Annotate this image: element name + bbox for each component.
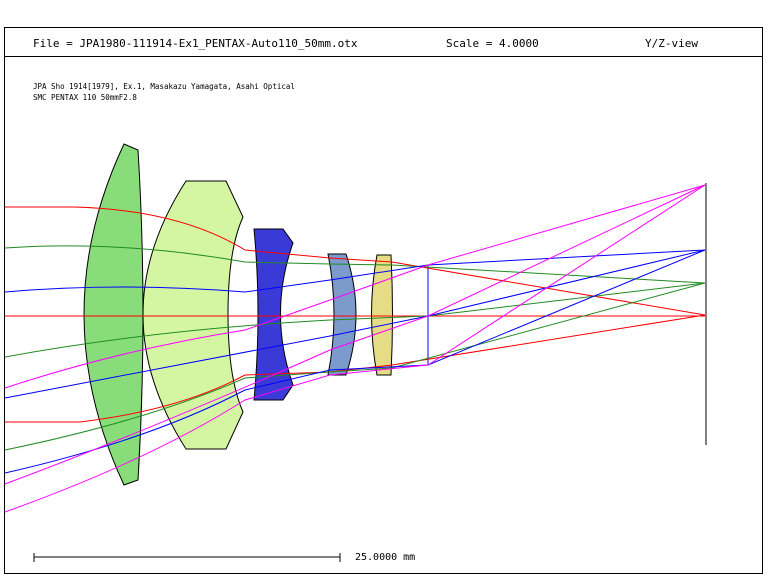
scale-bar: [33, 553, 341, 562]
scale-bar-label: 25.0000 mm: [355, 552, 416, 563]
lens-layout-window: File = JPA1980-111914-Ex1_PENTAX-Auto110…: [0, 0, 768, 576]
lens-element-4: [327, 253, 357, 376]
optical-layout-diagram: [4, 143, 707, 562]
